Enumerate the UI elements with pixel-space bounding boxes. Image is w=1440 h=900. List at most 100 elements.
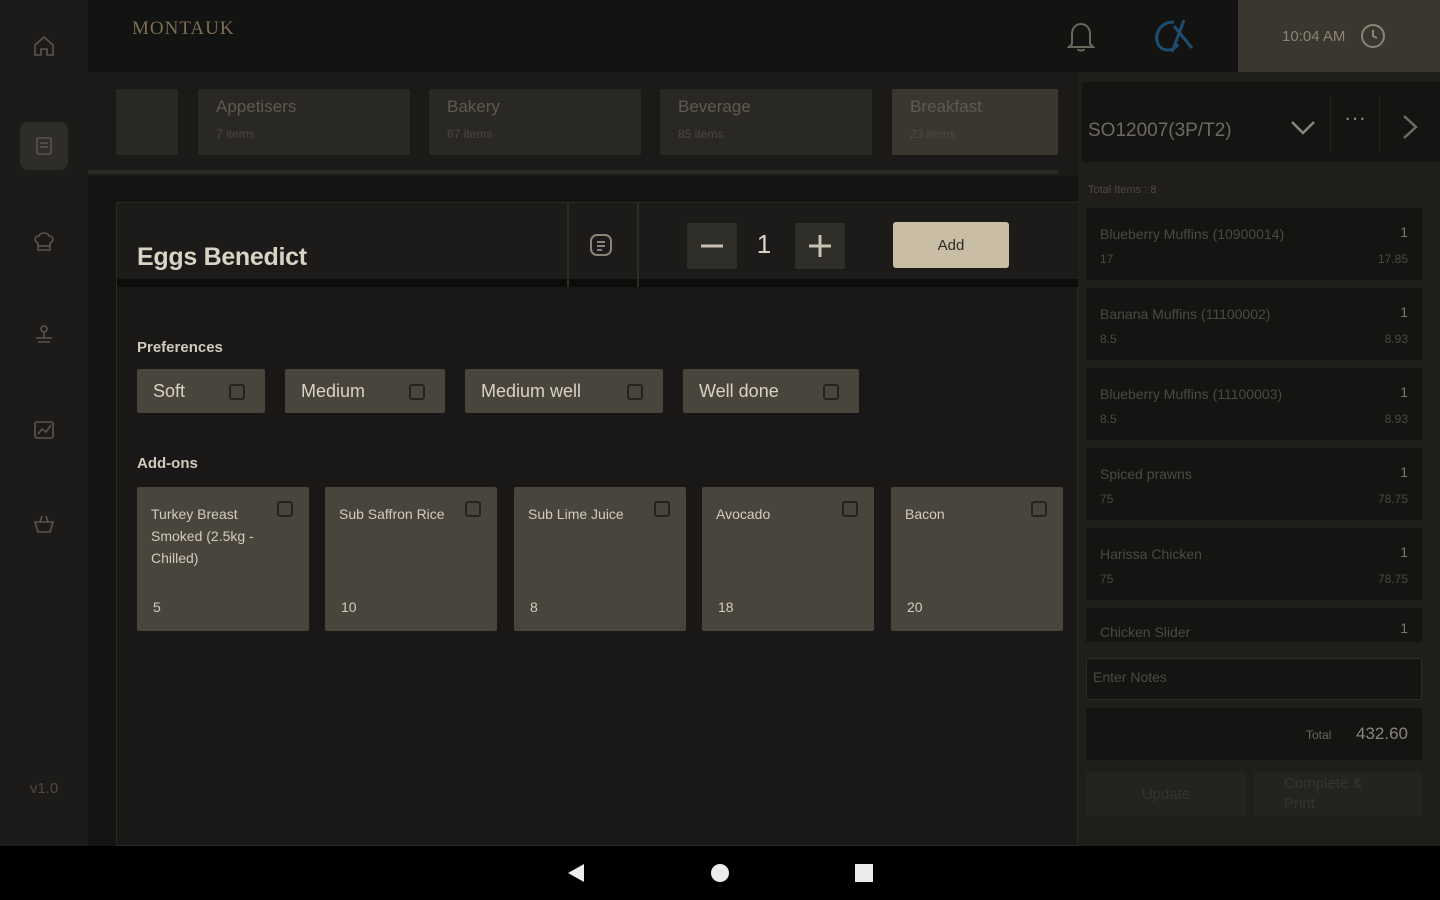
cart-line-item[interactable]: Harissa Chicken 1 75 78.75	[1086, 528, 1422, 600]
addon-sub-lime-juice[interactable]: Sub Lime Juice 8	[514, 487, 686, 631]
sidebar-item-home[interactable]	[20, 22, 68, 70]
home-circle-icon[interactable]	[710, 863, 730, 883]
divider	[637, 203, 639, 287]
line-item-name: Harissa Chicken	[1100, 546, 1202, 562]
addon-price: 18	[718, 599, 734, 615]
clock: 10:04 AM	[1238, 0, 1440, 72]
cart-line-item[interactable]: Banana Muffins (11100002) 1 8.5 8.93	[1086, 288, 1422, 360]
sidebar-item-menu[interactable]	[20, 122, 68, 170]
category-name: Appetisers	[216, 97, 297, 116]
clock-icon	[1361, 24, 1386, 48]
quantity-value: 1	[756, 229, 772, 259]
preference-label: Well done	[699, 380, 779, 401]
category-tabs: Appetisers 7 items Bakery 67 items Bever…	[88, 72, 1078, 176]
addon-name: Turkey Breast Smoked (2.5kg - Chilled)	[151, 506, 254, 566]
recents-icon[interactable]	[855, 864, 873, 882]
line-item-qty: 1	[1400, 544, 1408, 560]
order-dropdown-button[interactable]	[1288, 112, 1320, 144]
line-item-name: Chicken Slider	[1100, 624, 1191, 640]
total-items-count: Total Items : 8	[1088, 184, 1157, 196]
checkbox[interactable]	[823, 384, 839, 400]
back-icon[interactable]	[566, 863, 586, 883]
sidebar-item-kitchen[interactable]	[20, 218, 68, 266]
brand-logo: MONTAUK	[132, 18, 235, 39]
category-name: Beverage	[678, 97, 751, 116]
line-item-qty: 1	[1400, 304, 1408, 320]
checkbox[interactable]	[627, 384, 643, 400]
reports-icon	[34, 421, 54, 439]
category-count: 67 items	[447, 127, 493, 141]
next-order-button[interactable]	[1394, 112, 1426, 144]
line-item-price: 75	[1100, 572, 1114, 586]
item-title: Eggs Benedict	[137, 243, 307, 271]
checkbox[interactable]	[277, 501, 293, 517]
preference-label: Medium well	[481, 380, 582, 401]
cart-line-item[interactable]: Chicken Slider 1	[1086, 608, 1422, 642]
checkbox[interactable]	[842, 501, 858, 517]
total-value: 432.60	[1356, 724, 1408, 743]
category-tab-breakfast[interactable]: Breakfast 23 items	[892, 89, 1058, 155]
preferences-heading: Preferences	[137, 339, 223, 356]
cart-line-item[interactable]: Spiced prawns 1 75 78.75	[1086, 448, 1422, 520]
category-tab-beverage[interactable]: Beverage 85 items	[660, 89, 872, 155]
line-item-total: 78.75	[1377, 572, 1408, 586]
category-tab-bakery[interactable]: Bakery 67 items	[429, 89, 641, 155]
update-button[interactable]: Update	[1086, 772, 1246, 816]
total-label: Total	[1306, 728, 1332, 742]
increase-quantity-button[interactable]	[795, 223, 845, 269]
order-cart: SO12007(3P/T2) ··· Total Items : 8 Blueb…	[1078, 72, 1440, 846]
chef-hat-icon	[34, 232, 54, 251]
sidebar-item-reports[interactable]	[20, 406, 68, 454]
category-count: 85 items	[678, 127, 724, 141]
checkbox[interactable]	[654, 501, 670, 517]
preference-option-medium[interactable]: Medium	[285, 369, 445, 413]
sidebar-item-serving[interactable]	[20, 312, 68, 360]
order-notes-input[interactable]: Enter Notes	[1086, 658, 1422, 700]
addon-price: 10	[341, 599, 357, 615]
line-item-price: 17	[1100, 252, 1114, 266]
notifications-button[interactable]	[1064, 18, 1098, 54]
decrease-quantity-button[interactable]	[687, 223, 737, 269]
preference-option-well-done[interactable]: Well done	[683, 369, 859, 413]
preference-option-soft[interactable]: Soft	[137, 369, 265, 413]
menu-list-icon	[36, 137, 52, 155]
category-divider	[88, 170, 1058, 174]
checkbox[interactable]	[465, 501, 481, 517]
line-item-qty: 1	[1400, 464, 1408, 480]
line-item-qty: 1	[1400, 620, 1408, 636]
checkbox[interactable]	[229, 384, 245, 400]
line-item-name: Blueberry Muffins (10900014)	[1100, 226, 1285, 242]
checkbox[interactable]	[1031, 501, 1047, 517]
app-version: v1.0	[29, 780, 59, 797]
serving-tray-icon	[36, 325, 52, 343]
checkbox[interactable]	[409, 384, 425, 400]
current-time: 10:04 AM	[1282, 27, 1346, 45]
sidebar-item-basket[interactable]	[20, 500, 68, 548]
category-name: Bakery	[447, 97, 500, 116]
add-to-order-button[interactable]: Add	[893, 222, 1009, 268]
order-id: SO12007(3P/T2)	[1088, 120, 1232, 141]
category-count: 7 items	[216, 127, 255, 141]
addon-bacon[interactable]: Bacon 20	[891, 487, 1063, 631]
addon-avocado[interactable]: Avocado 18	[702, 487, 874, 631]
line-item-price: 8.5	[1100, 332, 1117, 346]
addon-turkey-breast[interactable]: Turkey Breast Smoked (2.5kg - Chilled) 5	[137, 487, 309, 631]
cart-line-item[interactable]: Blueberry Muffins (10900014) 1 17 17.85	[1086, 208, 1422, 280]
category-tab-blank[interactable]	[116, 89, 178, 155]
preference-option-medium-well[interactable]: Medium well	[465, 369, 663, 413]
chevron-down-icon	[1291, 121, 1315, 135]
addon-sub-saffron-rice[interactable]: Sub Saffron Rice 10	[325, 487, 497, 631]
line-item-qty: 1	[1400, 224, 1408, 240]
more-options-button[interactable]: ···	[1330, 96, 1380, 152]
item-notes-button[interactable]	[587, 231, 617, 261]
line-item-name: Blueberry Muffins (11100003)	[1100, 386, 1283, 402]
line-item-qty: 1	[1400, 384, 1408, 400]
category-name: Breakfast	[910, 97, 982, 116]
item-header: Eggs Benedict 1 Add	[117, 203, 1079, 287]
order-header: SO12007(3P/T2) ···	[1082, 82, 1440, 162]
cart-line-item[interactable]: Blueberry Muffins (11100003) 1 8.5 8.93	[1086, 368, 1422, 440]
complete-print-button[interactable]: Complete & Print	[1254, 772, 1422, 816]
pos-app: v1.0 MONTAUK 10:04 AM Appetisers 7 items…	[0, 0, 1440, 900]
category-tab-appetisers[interactable]: Appetisers 7 items	[198, 89, 410, 155]
line-item-total: 8.93	[1384, 332, 1408, 346]
